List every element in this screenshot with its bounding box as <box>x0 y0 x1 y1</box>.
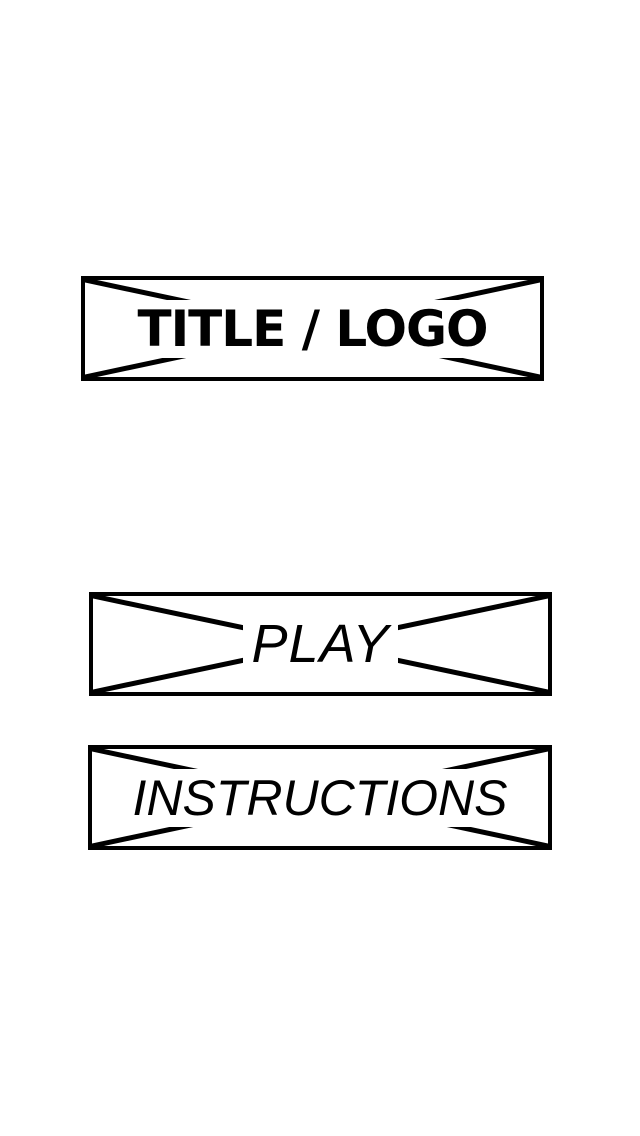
play-button[interactable]: PLAY <box>89 592 552 696</box>
play-button-label: PLAY <box>243 613 398 675</box>
title-logo-placeholder: TITLE / LOGO <box>81 276 544 381</box>
logo-text: TITLE / LOGO <box>129 299 496 358</box>
instructions-button[interactable]: INSTRUCTIONS <box>88 745 552 850</box>
title-screen: TITLE / LOGO PLAY INSTRUCTIONS <box>0 0 640 1136</box>
instructions-button-label: INSTRUCTIONS <box>124 768 516 827</box>
